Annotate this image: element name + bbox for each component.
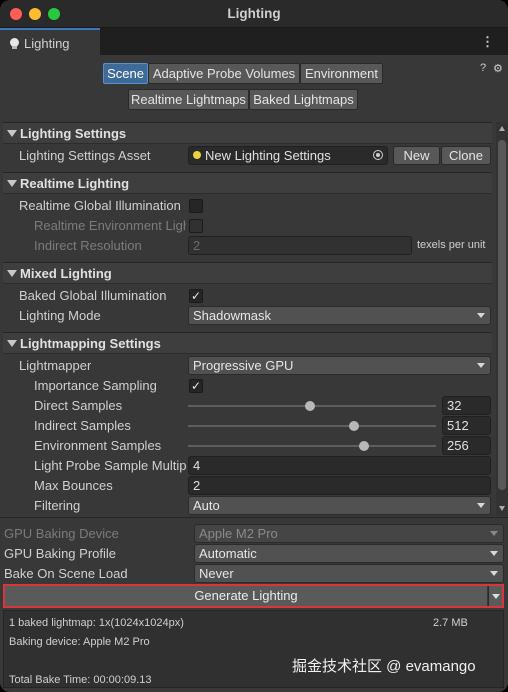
importance-sampling-label: Importance Sampling — [34, 378, 157, 393]
vertical-scrollbar[interactable] — [496, 122, 508, 516]
gear-icon[interactable]: ⚙ — [493, 62, 503, 75]
section-title: Lighting Settings — [20, 126, 127, 141]
gpu-baking-profile-label: GPU Baking Profile — [4, 546, 116, 561]
section-lightmapping-settings[interactable]: Lightmapping Settings — [3, 332, 492, 354]
indirect-samples-field[interactable]: 512 — [442, 416, 491, 435]
environment-samples-slider[interactable] — [188, 441, 436, 451]
dropdown-value: Progressive GPU — [193, 358, 294, 373]
tab-label: Lighting — [24, 36, 70, 51]
light-probe-sample-multiplier-field[interactable]: 4 — [188, 456, 491, 475]
tab-scene[interactable]: Scene — [103, 63, 148, 84]
environment-samples-label: Environment Samples — [34, 438, 162, 453]
direct-samples-slider[interactable] — [188, 401, 436, 411]
indirect-resolution-field[interactable]: 2 — [188, 236, 412, 255]
scroll-up-icon[interactable] — [499, 126, 505, 131]
help-icon[interactable]: ? — [480, 62, 486, 74]
direct-samples-label: Direct Samples — [34, 398, 123, 413]
bake-on-scene-load-label: Bake On Scene Load — [4, 566, 128, 581]
chevron-down-icon — [7, 180, 17, 187]
tab-environment[interactable]: Environment — [300, 63, 383, 84]
texels-per-unit-label: texels per unit — [417, 239, 486, 251]
section-title: Mixed Lighting — [20, 266, 112, 281]
chevron-down-icon — [7, 340, 17, 347]
total-bake-time: Total Bake Time: 00:00:09.13 — [9, 674, 152, 686]
section-realtime-lighting[interactable]: Realtime Lighting — [3, 172, 492, 194]
realtime-environment-checkbox[interactable] — [189, 219, 203, 233]
generate-lighting-highlight: Generate Lighting — [3, 584, 504, 608]
lightbulb-icon — [193, 151, 201, 159]
lighting-window: Lighting Lighting ⋮ Scene Adaptive Probe… — [0, 0, 508, 692]
chevron-down-icon — [477, 503, 485, 508]
asset-value: New Lighting Settings — [205, 148, 331, 163]
tab-baked-lightmaps[interactable]: Baked Lightmaps — [249, 89, 358, 110]
baking-device-info: Baking device: Apple M2 Pro — [9, 636, 150, 648]
lightbulb-icon — [10, 38, 19, 49]
importance-sampling-checkbox[interactable]: ✓ — [189, 379, 203, 393]
lighting-settings-asset-field[interactable]: New Lighting Settings — [188, 146, 388, 165]
generate-options-dropdown-button[interactable] — [488, 586, 502, 606]
baked-lightmap-count: 1 baked lightmap: 1x(1024x1024px) — [9, 617, 184, 629]
chevron-down-icon — [7, 270, 17, 277]
new-button[interactable]: New — [393, 146, 440, 165]
realtime-gi-label: Realtime Global Illumination — [19, 198, 181, 213]
chevron-down-icon — [490, 571, 498, 576]
section-title: Lightmapping Settings — [20, 336, 161, 351]
chevron-down-icon — [477, 313, 485, 318]
chevron-down-icon — [490, 551, 498, 556]
dropdown-value: Shadowmask — [193, 308, 272, 323]
lightmapper-dropdown[interactable]: Progressive GPU — [188, 356, 491, 375]
more-options-icon[interactable]: ⋮ — [481, 34, 494, 50]
lightmap-size: 2.7 MB — [433, 617, 468, 629]
chevron-down-icon — [477, 363, 485, 368]
scrollbar-thumb[interactable] — [498, 140, 506, 490]
tab-adaptive-probe-volumes[interactable]: Adaptive Probe Volumes — [148, 63, 300, 84]
baked-gi-checkbox[interactable]: ✓ — [189, 289, 203, 303]
object-picker-icon[interactable] — [373, 150, 383, 160]
environment-samples-knob[interactable] — [359, 441, 370, 451]
dropdown-value: Auto — [193, 498, 220, 513]
chevron-down-icon — [490, 531, 498, 536]
baked-gi-label: Baked Global Illumination — [19, 288, 167, 303]
indirect-samples-label: Indirect Samples — [34, 418, 131, 433]
gpu-baking-device-label: GPU Baking Device — [4, 526, 119, 541]
tab-bar: Lighting ⋮ — [0, 28, 508, 55]
lightmapper-label: Lightmapper — [19, 358, 92, 373]
filtering-label: Filtering — [34, 498, 81, 513]
chevron-down-icon — [7, 130, 17, 137]
dropdown-value: Apple M2 Pro — [199, 526, 278, 541]
max-bounces-label: Max Bounces — [34, 478, 113, 493]
scroll-down-icon[interactable] — [499, 506, 505, 511]
dropdown-value: Automatic — [199, 546, 257, 561]
lighting-mode-dropdown[interactable]: Shadowmask — [188, 306, 491, 325]
generate-lighting-button[interactable]: Generate Lighting — [5, 586, 487, 606]
lighting-settings-asset-label: Lighting Settings Asset — [19, 148, 151, 163]
gpu-baking-device-dropdown[interactable]: Apple M2 Pro — [194, 524, 504, 543]
light-probe-sample-multiplier-label: Light Probe Sample Multipl — [34, 458, 186, 473]
window-title: Lighting — [227, 6, 281, 21]
realtime-gi-checkbox[interactable] — [189, 199, 203, 213]
watermark: 掘金技术社区 @ evamango — [292, 658, 476, 675]
direct-samples-field[interactable]: 32 — [442, 396, 491, 415]
tab-realtime-lightmaps[interactable]: Realtime Lightmaps — [128, 89, 249, 110]
filtering-dropdown[interactable]: Auto — [188, 496, 491, 515]
section-mixed-lighting[interactable]: Mixed Lighting — [3, 262, 492, 284]
section-title: Realtime Lighting — [20, 176, 130, 191]
direct-samples-knob[interactable] — [304, 401, 315, 411]
gpu-baking-profile-dropdown[interactable]: Automatic — [194, 544, 504, 563]
realtime-environment-lighting-label: Realtime Environment Ligh — [34, 218, 186, 233]
indirect-resolution-label: Indirect Resolution — [34, 238, 142, 253]
max-bounces-field[interactable]: 2 — [188, 476, 491, 495]
indirect-samples-slider[interactable] — [188, 421, 436, 431]
lighting-mode-label: Lighting Mode — [19, 308, 101, 323]
title-bar: Lighting — [0, 0, 508, 28]
environment-samples-field[interactable]: 256 — [442, 436, 491, 455]
indirect-samples-knob[interactable] — [349, 421, 360, 431]
tab-lighting[interactable]: Lighting — [0, 28, 100, 55]
dropdown-value: Never — [199, 566, 234, 581]
bake-on-scene-load-dropdown[interactable]: Never — [194, 564, 504, 583]
clone-button[interactable]: Clone — [441, 146, 491, 165]
section-lighting-settings[interactable]: Lighting Settings — [3, 122, 492, 144]
